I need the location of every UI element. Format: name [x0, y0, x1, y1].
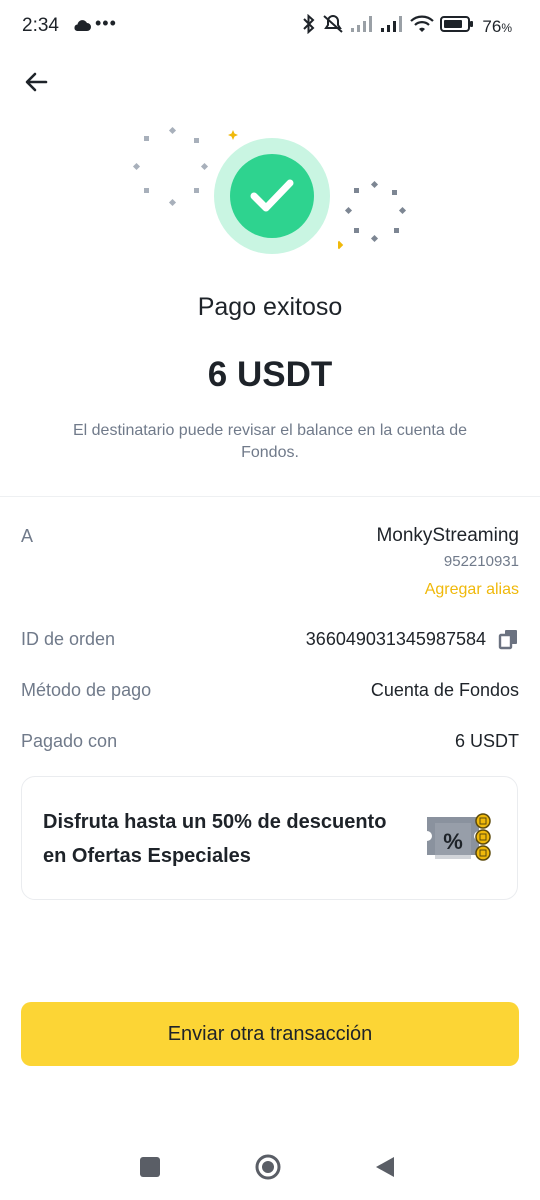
home-button[interactable]: [255, 1154, 281, 1180]
more-notifications-icon: •••: [95, 13, 117, 33]
decor-dots-right: [338, 180, 407, 250]
send-another-button[interactable]: Enviar otra transacción: [21, 1002, 519, 1066]
mute-icon: [322, 14, 344, 39]
arrow-left-icon: [25, 72, 48, 92]
signal-icon-2: [380, 15, 404, 38]
signal-icon: [350, 15, 374, 38]
success-illustration: [0, 110, 540, 260]
wifi-icon: [410, 15, 435, 38]
payment-amount: 6 USDT: [207, 355, 333, 394]
bluetooth-icon: [302, 13, 316, 39]
divider: [0, 496, 540, 497]
copy-icon[interactable]: [498, 628, 520, 650]
battery-percent-value: 76: [482, 16, 502, 36]
battery-percent-unit: %: [501, 20, 512, 35]
add-alias-link[interactable]: Agregar alias: [425, 581, 519, 599]
success-check-icon: [230, 154, 314, 238]
paid-with-label: Pagado con: [21, 731, 118, 751]
battery-percent: 76%: [482, 17, 512, 37]
status-icons: 76%: [302, 13, 512, 39]
status-bar: 2:34 ••• 76%: [0, 0, 540, 56]
status-time: 2:34: [22, 15, 59, 36]
battery-icon: [440, 15, 474, 38]
svg-text:%: %: [443, 829, 463, 854]
order-id-label: ID de orden: [21, 629, 116, 649]
decor-dots-left: [132, 126, 209, 207]
send-another-label: Enviar otra transacción: [167, 1022, 373, 1045]
recipient-id: 952210931: [443, 553, 519, 570]
nav-back-button[interactable]: [374, 1155, 396, 1179]
order-id-value: 366049031345987584: [305, 629, 486, 649]
payment-note: El destinatario puede revisar el balance…: [72, 422, 468, 461]
promo-card[interactable]: Disfruta hasta un 50% de descuento en Of…: [21, 776, 518, 900]
promo-text: Disfruta hasta un 50% de descuento en Of…: [43, 811, 387, 867]
recipient-label: A: [21, 526, 34, 546]
back-button[interactable]: [18, 64, 54, 100]
payment-method-label: Método de pago: [21, 680, 152, 700]
cloud-icon: [72, 18, 92, 37]
paid-with-value: 6 USDT: [454, 731, 519, 751]
recipient-name: MonkyStreaming: [376, 525, 519, 546]
discount-coupon-icon: %: [427, 813, 491, 861]
payment-method-value: Cuenta de Fondos: [370, 680, 519, 700]
sparkle-icon: [228, 130, 238, 140]
recent-apps-button[interactable]: [140, 1157, 160, 1177]
payment-status-title: Pago exitoso: [197, 293, 343, 321]
